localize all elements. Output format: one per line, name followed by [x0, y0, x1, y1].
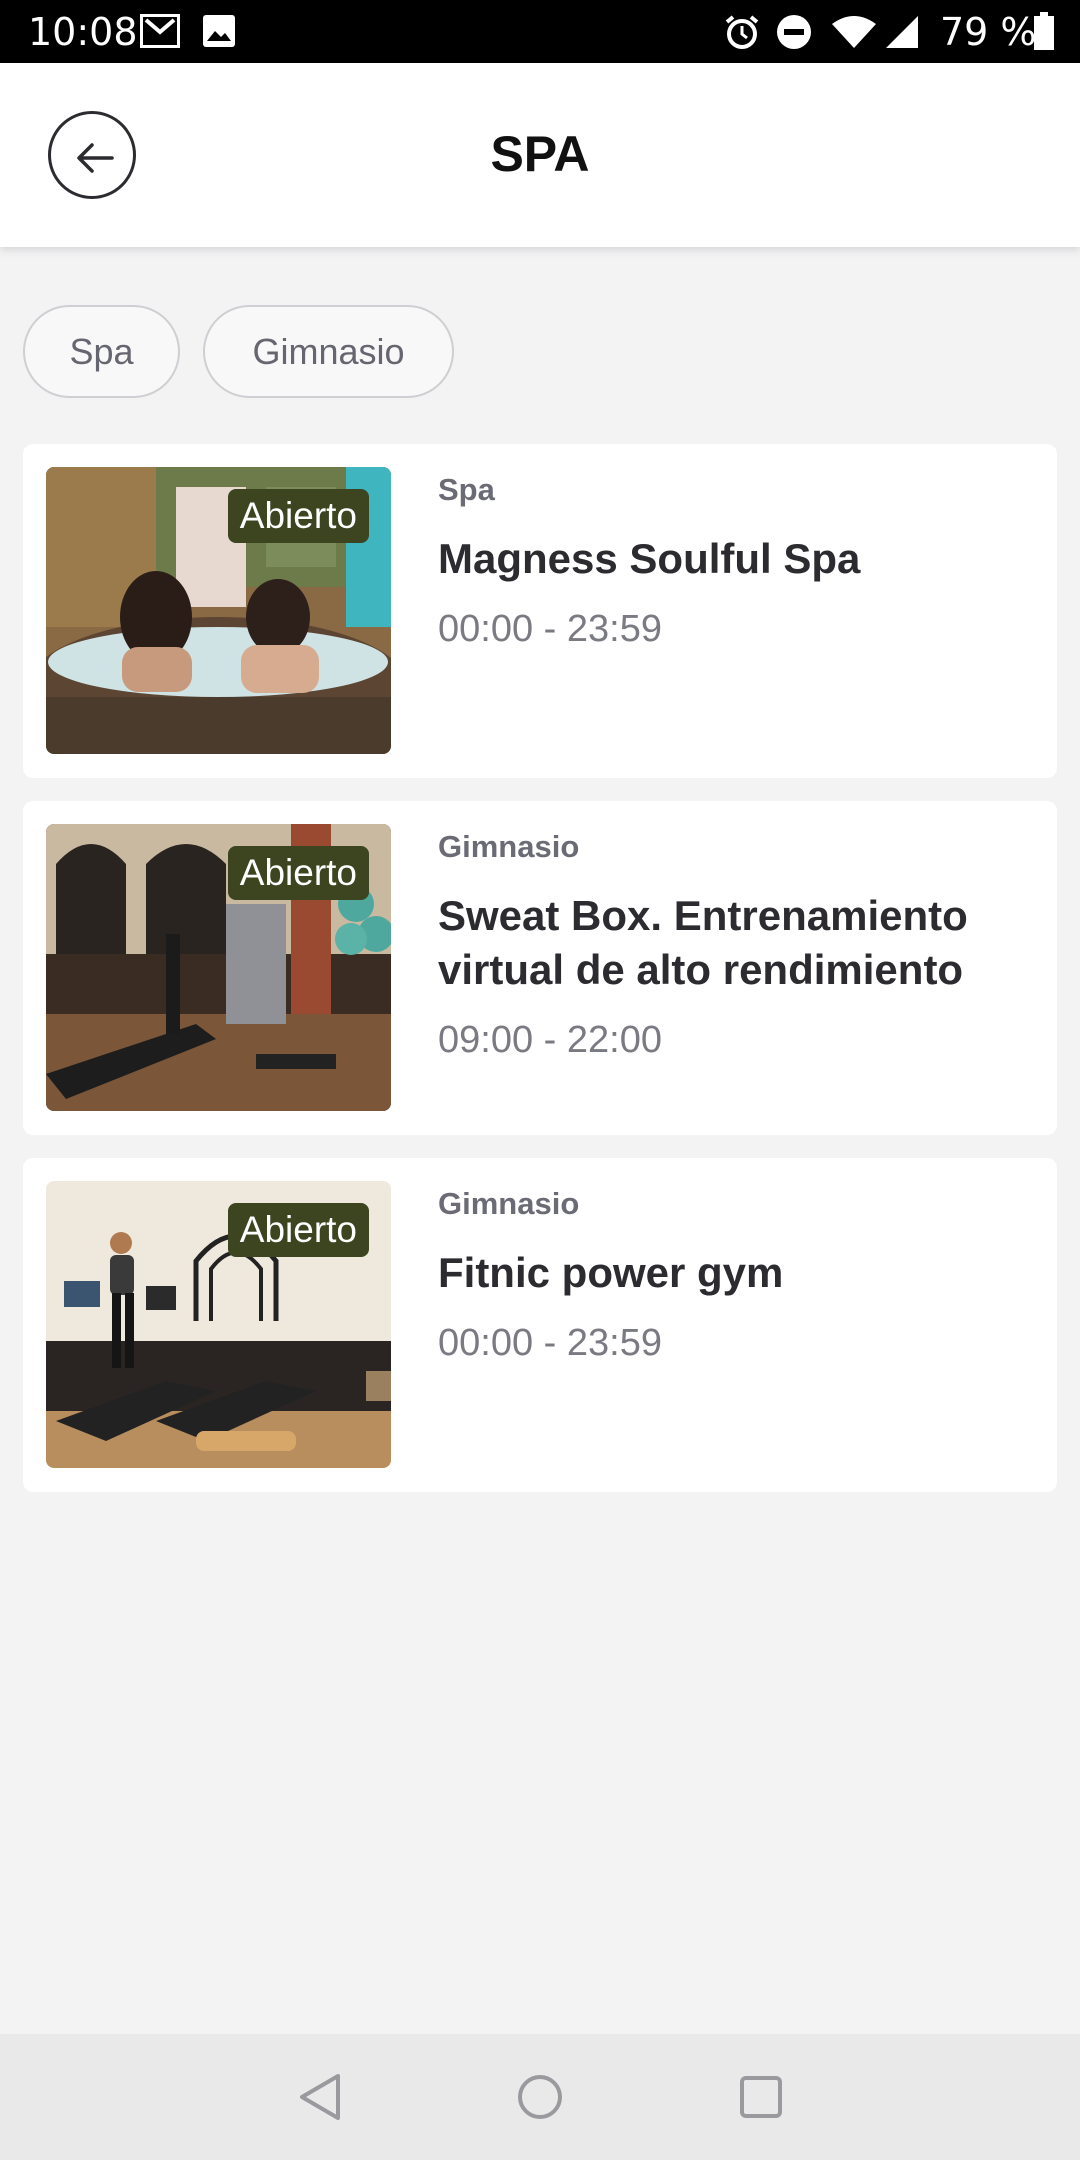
- venue-hours: 00:00 - 23:59: [438, 1322, 662, 1364]
- venue-image: Abierto: [46, 824, 391, 1111]
- open-status-badge: Abierto: [227, 846, 369, 900]
- venue-name: Magness Soulful Spa: [438, 535, 861, 582]
- filter-chip-label: Gimnasio: [252, 330, 405, 372]
- status-bar: 10:08 79 %: [0, 0, 1080, 63]
- filter-chip-label: Spa: [69, 330, 134, 372]
- venue-image: Abierto: [46, 1181, 391, 1468]
- venue-card[interactable]: Abierto Gimnasio Sweat Box. Entrenamient…: [23, 801, 1057, 1135]
- venue-category: Gimnasio: [438, 829, 580, 864]
- battery-percent: 79 %: [940, 10, 1037, 54]
- venue-card[interactable]: Abierto Spa Magness Soulful Spa 00:00 - …: [23, 444, 1057, 778]
- battery-icon: [1034, 12, 1054, 55]
- system-nav-bar: [0, 2034, 1080, 2160]
- venue-name: Sweat Box. Entrenamiento virtual de alto…: [438, 892, 968, 993]
- venue-hours: 09:00 - 22:00: [438, 1019, 662, 1061]
- nav-home-icon[interactable]: [515, 2072, 565, 2127]
- status-time: 10:08: [28, 10, 138, 54]
- wifi-icon: [830, 14, 878, 55]
- nav-recents-icon[interactable]: [738, 2072, 784, 2127]
- venue-image: Abierto: [46, 467, 391, 754]
- venue-card[interactable]: Abierto Gimnasio Fitnic power gym 00:00 …: [23, 1158, 1057, 1492]
- venue-hours: 00:00 - 23:59: [438, 608, 662, 650]
- do-not-disturb-icon: [776, 14, 812, 55]
- venue-name: Fitnic power gym: [438, 1249, 784, 1296]
- venue-category: Gimnasio: [438, 1186, 580, 1221]
- open-status-badge: Abierto: [227, 489, 369, 543]
- open-status-badge: Abierto: [227, 1203, 369, 1257]
- image-icon: [202, 14, 236, 53]
- nav-back-icon[interactable]: [296, 2072, 344, 2127]
- page-title: SPA: [490, 126, 590, 182]
- alarm-icon: [724, 14, 760, 55]
- signal-icon: [884, 14, 920, 55]
- filter-chip-spa[interactable]: Spa: [23, 305, 180, 398]
- app-bar: SPA: [0, 63, 1080, 247]
- venue-category: Spa: [438, 472, 495, 507]
- gmail-icon: [139, 13, 181, 53]
- filter-chip-gimnasio[interactable]: Gimnasio: [203, 305, 454, 398]
